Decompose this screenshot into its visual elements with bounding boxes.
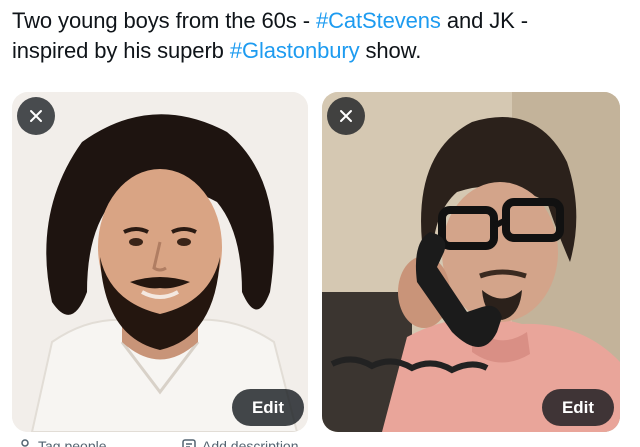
tag-people-label: Tag people [38,438,107,447]
close-icon [340,110,352,122]
edit-media-button[interactable]: Edit [232,389,304,426]
tag-people-button[interactable]: Tag people [18,438,107,447]
tweet-text-segment: inspired by his superb [12,38,230,63]
tweet-text-segment: and JK - [440,8,528,33]
remove-media-button[interactable] [17,97,55,135]
edit-media-button[interactable]: Edit [542,389,614,426]
photo-man-on-telephone [322,92,620,432]
tweet-text-segment: Two young boys from the 60s - [12,8,316,33]
add-description-button[interactable]: Add description [182,438,299,447]
media-attachment-1[interactable]: Edit [12,92,308,432]
person-icon [21,439,29,447]
media-options-row: Tag people Add description [0,438,640,447]
remove-media-button[interactable] [327,97,365,135]
tweet-text[interactable]: Two young boys from the 60s - #CatSteven… [12,6,628,66]
tweet-composer: Two young boys from the 60s - #CatSteven… [0,0,640,447]
photo-portrait-bearded-man [12,92,308,432]
close-icon [30,110,42,122]
tweet-text-segment: show. [359,38,422,63]
media-attachment-2[interactable]: Edit [322,92,620,432]
hashtag-catstevens[interactable]: #CatStevens [316,8,441,33]
add-description-label: Add description [202,438,299,447]
description-icon [182,439,196,447]
hashtag-glastonbury[interactable]: #Glastonbury [230,38,360,63]
